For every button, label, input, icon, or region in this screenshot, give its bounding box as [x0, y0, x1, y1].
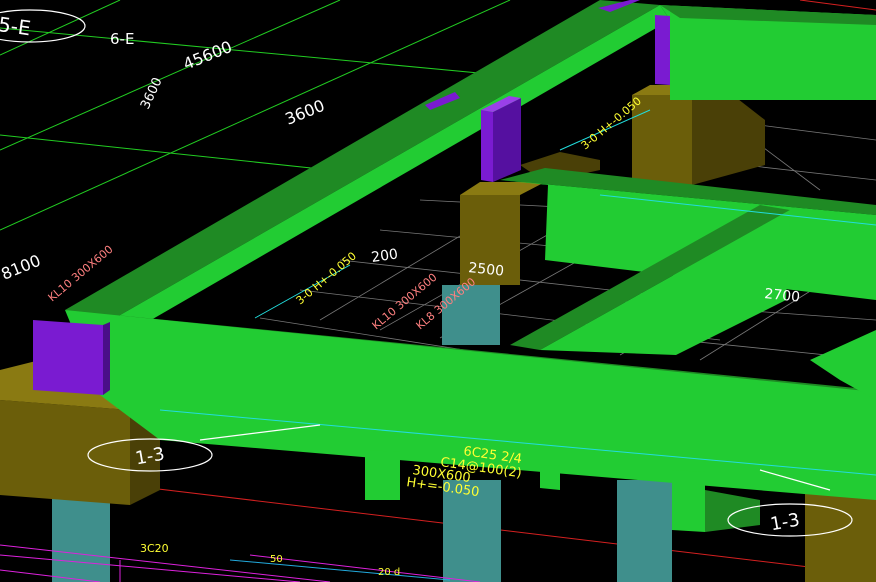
column-back: [481, 110, 493, 182]
dim-bay-depth: 8100: [0, 251, 43, 284]
pier-right: [617, 480, 672, 582]
label-50: 50: [270, 554, 283, 565]
dim-line-bottom: [229, 559, 451, 581]
beam-stub-left: [365, 450, 400, 500]
dim-span-b: 3600: [282, 96, 327, 129]
structural-model-scene: 5-E 6-E 45600 3600 3600 8100 200 2500 27…: [0, 0, 876, 582]
pile-cap-left: [0, 400, 130, 505]
label-3c20: 3C20: [140, 542, 169, 555]
axis-label-6e: 6-E: [110, 30, 134, 48]
dim-overall: 45600: [180, 37, 234, 74]
pier-note-a: 3-0 H+-0.050: [294, 250, 359, 308]
beam-stub-mid: [540, 465, 560, 490]
dim-span-a: 3600: [138, 75, 166, 111]
pile-cap-back-right: [632, 95, 692, 185]
beam-stub-right: [672, 470, 705, 532]
axis-label-left-bottom: 1-3: [134, 444, 167, 470]
dim-inner-a: 200: [370, 246, 399, 266]
column-left: [33, 320, 103, 395]
pier-left: [52, 495, 110, 582]
column-back-right: [655, 15, 670, 85]
axis-label-top-left: 5-E: [0, 12, 32, 40]
label-20d: 20 d: [378, 567, 400, 578]
cad-3d-viewport[interactable]: 5-E 6-E 45600 3600 3600 8100 200 2500 27…: [0, 0, 876, 582]
axis-label-right-bottom: 1-3: [769, 510, 802, 536]
